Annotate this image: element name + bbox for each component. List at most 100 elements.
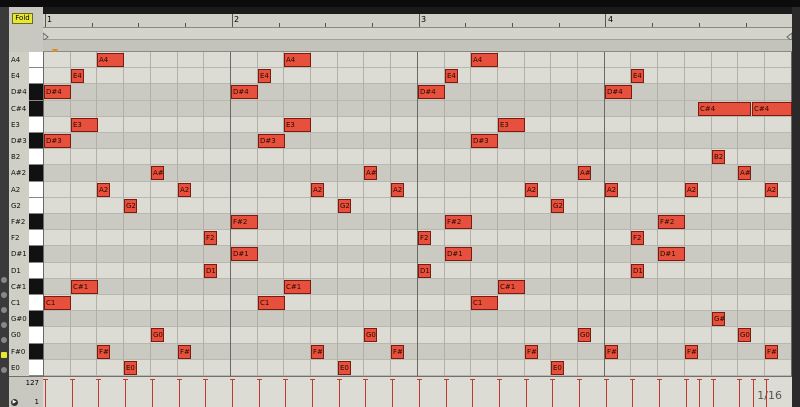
midi-note[interactable]: D#1: [231, 247, 258, 261]
midi-note[interactable]: F#2: [445, 215, 472, 229]
midi-note[interactable]: C1: [258, 296, 285, 310]
velocity-stem[interactable]: [179, 380, 180, 407]
velocity-stem[interactable]: [739, 380, 740, 407]
fold-button[interactable]: Fold: [12, 13, 33, 24]
velocity-stem[interactable]: [579, 380, 580, 407]
midi-note[interactable]: E0: [551, 361, 564, 375]
play-icon[interactable]: ▶: [11, 399, 18, 406]
velocity-stem[interactable]: [699, 380, 700, 407]
velocity-stem[interactable]: [312, 380, 313, 407]
midi-note[interactable]: E0: [124, 361, 137, 375]
loop-bar[interactable]: [42, 28, 793, 43]
midi-note[interactable]: E4: [445, 69, 458, 83]
grid-quantize-label[interactable]: 1/16: [757, 389, 782, 402]
velocity-stem[interactable]: [339, 380, 340, 407]
toggle-dot-icon[interactable]: [1, 307, 7, 313]
midi-note[interactable]: G0: [738, 328, 751, 342]
velocity-stem[interactable]: [419, 380, 420, 407]
black-key[interactable]: [29, 100, 43, 117]
midi-note[interactable]: D#3: [471, 134, 498, 148]
midi-note[interactable]: F2: [631, 231, 644, 245]
midi-note[interactable]: G2: [338, 199, 351, 213]
midi-note[interactable]: A2: [178, 183, 191, 197]
velocity-stem[interactable]: [606, 380, 607, 407]
midi-note[interactable]: G0: [578, 328, 591, 342]
velocity-stem[interactable]: [753, 380, 754, 407]
midi-note[interactable]: D1: [631, 264, 644, 278]
midi-note[interactable]: C1: [44, 296, 71, 310]
velocity-cap[interactable]: [550, 379, 555, 380]
white-key[interactable]: [29, 181, 43, 198]
velocity-stem[interactable]: [365, 380, 366, 407]
midi-note[interactable]: C#1: [284, 280, 311, 294]
midi-note[interactable]: A#: [578, 166, 591, 180]
velocity-cap[interactable]: [390, 379, 395, 380]
midi-note[interactable]: A2: [311, 183, 324, 197]
midi-note[interactable]: D#1: [445, 247, 472, 261]
black-key[interactable]: [29, 133, 43, 150]
velocity-stem[interactable]: [472, 380, 473, 407]
midi-note[interactable]: E3: [284, 118, 311, 132]
midi-note[interactable]: A#: [738, 166, 751, 180]
midi-note[interactable]: F#: [525, 345, 538, 359]
midi-note[interactable]: A4: [97, 53, 124, 67]
velocity-cap[interactable]: [697, 379, 702, 380]
velocity-stem[interactable]: [72, 380, 73, 407]
velocity-cap[interactable]: [230, 379, 235, 380]
vertical-scrollbar[interactable]: [792, 7, 800, 407]
velocity-cap[interactable]: [203, 379, 208, 380]
toggle-dot-icon[interactable]: [1, 337, 7, 343]
velocity-stem[interactable]: [446, 380, 447, 407]
black-key[interactable]: [29, 343, 43, 360]
midi-note[interactable]: F#: [685, 345, 698, 359]
black-key[interactable]: [29, 246, 43, 263]
midi-note[interactable]: D#3: [258, 134, 285, 148]
velocity-stem[interactable]: [499, 380, 500, 407]
velocity-stem[interactable]: [552, 380, 553, 407]
midi-note[interactable]: D1: [418, 264, 431, 278]
midi-note[interactable]: A2: [605, 183, 618, 197]
velocity-cap[interactable]: [310, 379, 315, 380]
black-key[interactable]: [29, 214, 43, 231]
midi-note[interactable]: E3: [498, 118, 525, 132]
midi-note[interactable]: E4: [258, 69, 271, 83]
white-key[interactable]: [29, 197, 43, 214]
velocity-cap[interactable]: [363, 379, 368, 380]
velocity-cap[interactable]: [751, 379, 756, 380]
midi-note[interactable]: C#4: [752, 102, 792, 116]
velocity-cap[interactable]: [630, 379, 635, 380]
midi-note[interactable]: A2: [685, 183, 698, 197]
white-key[interactable]: [29, 68, 43, 85]
velocity-stem[interactable]: [686, 380, 687, 407]
piano-keys[interactable]: [29, 52, 43, 376]
midi-note[interactable]: G0: [364, 328, 377, 342]
clip-region-bar[interactable]: [43, 40, 792, 54]
white-key[interactable]: [29, 149, 43, 166]
midi-note[interactable]: F2: [204, 231, 217, 245]
midi-note[interactable]: C#1: [71, 280, 98, 294]
velocity-stem[interactable]: [632, 380, 633, 407]
midi-note[interactable]: G#: [712, 312, 725, 326]
midi-note[interactable]: A#: [151, 166, 164, 180]
midi-note[interactable]: A4: [284, 53, 311, 67]
velocity-cap[interactable]: [497, 379, 502, 380]
velocity-cap[interactable]: [43, 379, 48, 380]
white-key[interactable]: [29, 359, 43, 376]
toggle-dot-icon[interactable]: [1, 367, 7, 373]
midi-note[interactable]: G2: [551, 199, 564, 213]
midi-note[interactable]: D#3: [44, 134, 71, 148]
midi-note[interactable]: D#4: [44, 85, 71, 99]
midi-note[interactable]: E3: [71, 118, 98, 132]
velocity-cap[interactable]: [177, 379, 182, 380]
midi-note[interactable]: G0: [151, 328, 164, 342]
velocity-cap[interactable]: [764, 379, 769, 380]
white-key[interactable]: [29, 295, 43, 312]
midi-note[interactable]: D#4: [231, 85, 258, 99]
midi-note[interactable]: F#: [605, 345, 618, 359]
velocity-stem[interactable]: [98, 380, 99, 407]
midi-note[interactable]: A2: [525, 183, 538, 197]
velocity-stem[interactable]: [766, 380, 767, 407]
midi-note[interactable]: A2: [97, 183, 110, 197]
velocity-stem[interactable]: [713, 380, 714, 407]
velocity-stem[interactable]: [285, 380, 286, 407]
